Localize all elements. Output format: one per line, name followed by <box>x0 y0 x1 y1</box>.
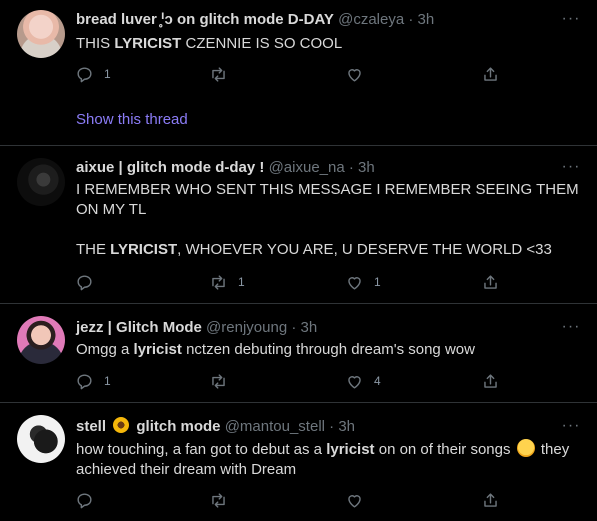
tweet-actions: 1 <box>68 59 508 89</box>
highlight-keyword: LYRICIST <box>110 241 178 258</box>
reply-count: 1 <box>104 374 111 388</box>
handle[interactable]: @aixue_na <box>269 159 345 176</box>
display-name[interactable]: jezz | Glitch Mode <box>76 319 202 336</box>
share-icon <box>484 274 497 289</box>
highlight-keyword: LYRICIST <box>114 35 182 52</box>
tweet-text: how touching, a fan got to debut as a ly… <box>76 439 586 480</box>
tweet-text: THIS LYRICIST CZENNIE IS SO COOL <box>76 34 586 54</box>
tweet-header: aixue | glitch mode d-day ! @aixue_na · … <box>76 158 375 178</box>
timestamp[interactable]: 3h <box>358 159 375 176</box>
reply-count: 1 <box>104 67 111 81</box>
like-count: 4 <box>374 374 381 388</box>
retweet-icon <box>212 492 225 508</box>
like-count: 1 <box>374 275 381 289</box>
avatar[interactable] <box>17 158 65 206</box>
reply-button[interactable]: 1 <box>75 59 111 89</box>
tweet-header: jezz | Glitch Mode @renjyoung · 3h <box>76 318 317 338</box>
heart-icon <box>348 375 361 389</box>
reply-button[interactable] <box>75 267 104 297</box>
text-part: on on of their songs <box>374 441 511 458</box>
retweet-button[interactable] <box>209 485 238 515</box>
separator-dot: · <box>408 11 414 28</box>
heart-icon <box>348 494 361 508</box>
text-part: THIS <box>76 35 115 52</box>
share-icon <box>484 492 497 507</box>
handle[interactable]: @mantou_stell <box>225 418 325 435</box>
reply-icon <box>77 66 92 82</box>
share-button[interactable] <box>481 485 500 515</box>
reply-icon <box>77 373 92 389</box>
like-button[interactable]: 4 <box>345 366 381 396</box>
tweet-header: stell glitch mode @mantou_stell · 3h <box>76 417 355 437</box>
text-part: how touching, a fan got to debut as a <box>76 441 327 458</box>
handle[interactable]: @renjyoung <box>206 319 287 336</box>
reply-button[interactable] <box>75 485 104 515</box>
share-button[interactable] <box>481 59 500 89</box>
text-part: Omgg a <box>76 341 134 358</box>
heart-icon <box>348 68 361 82</box>
text-line: THE LYRICIST, WHOEVER YOU ARE, U DESERVE… <box>76 240 586 260</box>
tweet[interactable]: aixue | glitch mode d-day ! @aixue_na · … <box>0 146 597 304</box>
retweet-button[interactable] <box>209 59 238 89</box>
retweet-count: 1 <box>238 275 245 289</box>
share-button[interactable] <box>481 267 500 297</box>
tweet-text: I REMEMBER WHO SENT THIS MESSAGE I REMEM… <box>76 180 586 260</box>
display-name-suffix[interactable]: glitch mode <box>136 418 220 435</box>
tweet[interactable]: stell glitch mode @mantou_stell · 3h ···… <box>0 403 597 521</box>
display-name[interactable]: stell <box>76 418 106 435</box>
more-icon[interactable]: ··· <box>559 159 583 180</box>
tweet-actions: 1 1 <box>68 267 508 297</box>
separator-dot: · <box>348 159 354 176</box>
timestamp[interactable]: 3h <box>418 11 435 28</box>
more-icon[interactable]: ··· <box>559 11 583 32</box>
retweet-icon <box>212 274 225 290</box>
heart-icon <box>348 276 361 290</box>
text-part: CZENNIE IS SO COOL <box>181 35 343 52</box>
separator-dot: · <box>291 319 297 336</box>
tweet-actions <box>68 485 508 515</box>
reply-button[interactable]: 1 <box>75 366 111 396</box>
highlight-keyword: lyricist <box>133 341 182 358</box>
share-button[interactable] <box>481 366 500 396</box>
like-button[interactable] <box>345 485 374 515</box>
relieved-face-emoji-icon <box>516 439 535 457</box>
tweet-header: bread luver ᑊ̥ᴐ on glitch mode D-DAY @cz… <box>76 10 434 30</box>
tweet[interactable]: jezz | Glitch Mode @renjyoung · 3h ··· O… <box>0 304 597 403</box>
tweet-actions: 1 4 <box>68 366 508 396</box>
highlight-keyword: lyricist <box>326 441 375 458</box>
show-thread-link[interactable]: Show this thread <box>76 111 188 128</box>
avatar[interactable] <box>17 10 65 58</box>
retweet-button[interactable]: 1 <box>209 267 245 297</box>
sunflower-icon <box>113 417 130 433</box>
text-part: THE <box>76 241 111 258</box>
display-name[interactable]: aixue | glitch mode d-day ! <box>76 159 264 176</box>
display-name[interactable]: bread luver ᑊ̥ᴐ on glitch mode D-DAY <box>76 11 334 28</box>
retweet-icon <box>212 373 225 389</box>
like-button[interactable] <box>345 59 374 89</box>
text-part: , WHOEVER YOU ARE, U DESERVE THE WORLD <… <box>177 241 552 258</box>
share-icon <box>484 66 497 81</box>
more-icon[interactable]: ··· <box>559 319 583 340</box>
timestamp[interactable]: 3h <box>301 319 318 336</box>
text-line: I REMEMBER WHO SENT THIS MESSAGE I REMEM… <box>76 181 579 218</box>
retweet-button[interactable] <box>209 366 238 396</box>
tweet[interactable]: bread luver ᑊ̥ᴐ on glitch mode D-DAY @cz… <box>0 0 597 146</box>
handle[interactable]: @czaleya <box>338 11 404 28</box>
retweet-icon <box>212 66 225 82</box>
separator-dot: · <box>329 418 335 435</box>
avatar[interactable] <box>17 415 65 463</box>
reply-icon <box>77 274 92 290</box>
reply-icon <box>77 492 92 508</box>
text-part: nctzen debuting through dream's song wow <box>181 341 475 358</box>
timestamp[interactable]: 3h <box>338 418 355 435</box>
like-button[interactable]: 1 <box>345 267 381 297</box>
share-icon <box>484 373 497 388</box>
avatar[interactable] <box>17 316 65 364</box>
tweet-text: Omgg a lyricist nctzen debuting through … <box>76 340 586 360</box>
more-icon[interactable]: ··· <box>559 418 583 439</box>
